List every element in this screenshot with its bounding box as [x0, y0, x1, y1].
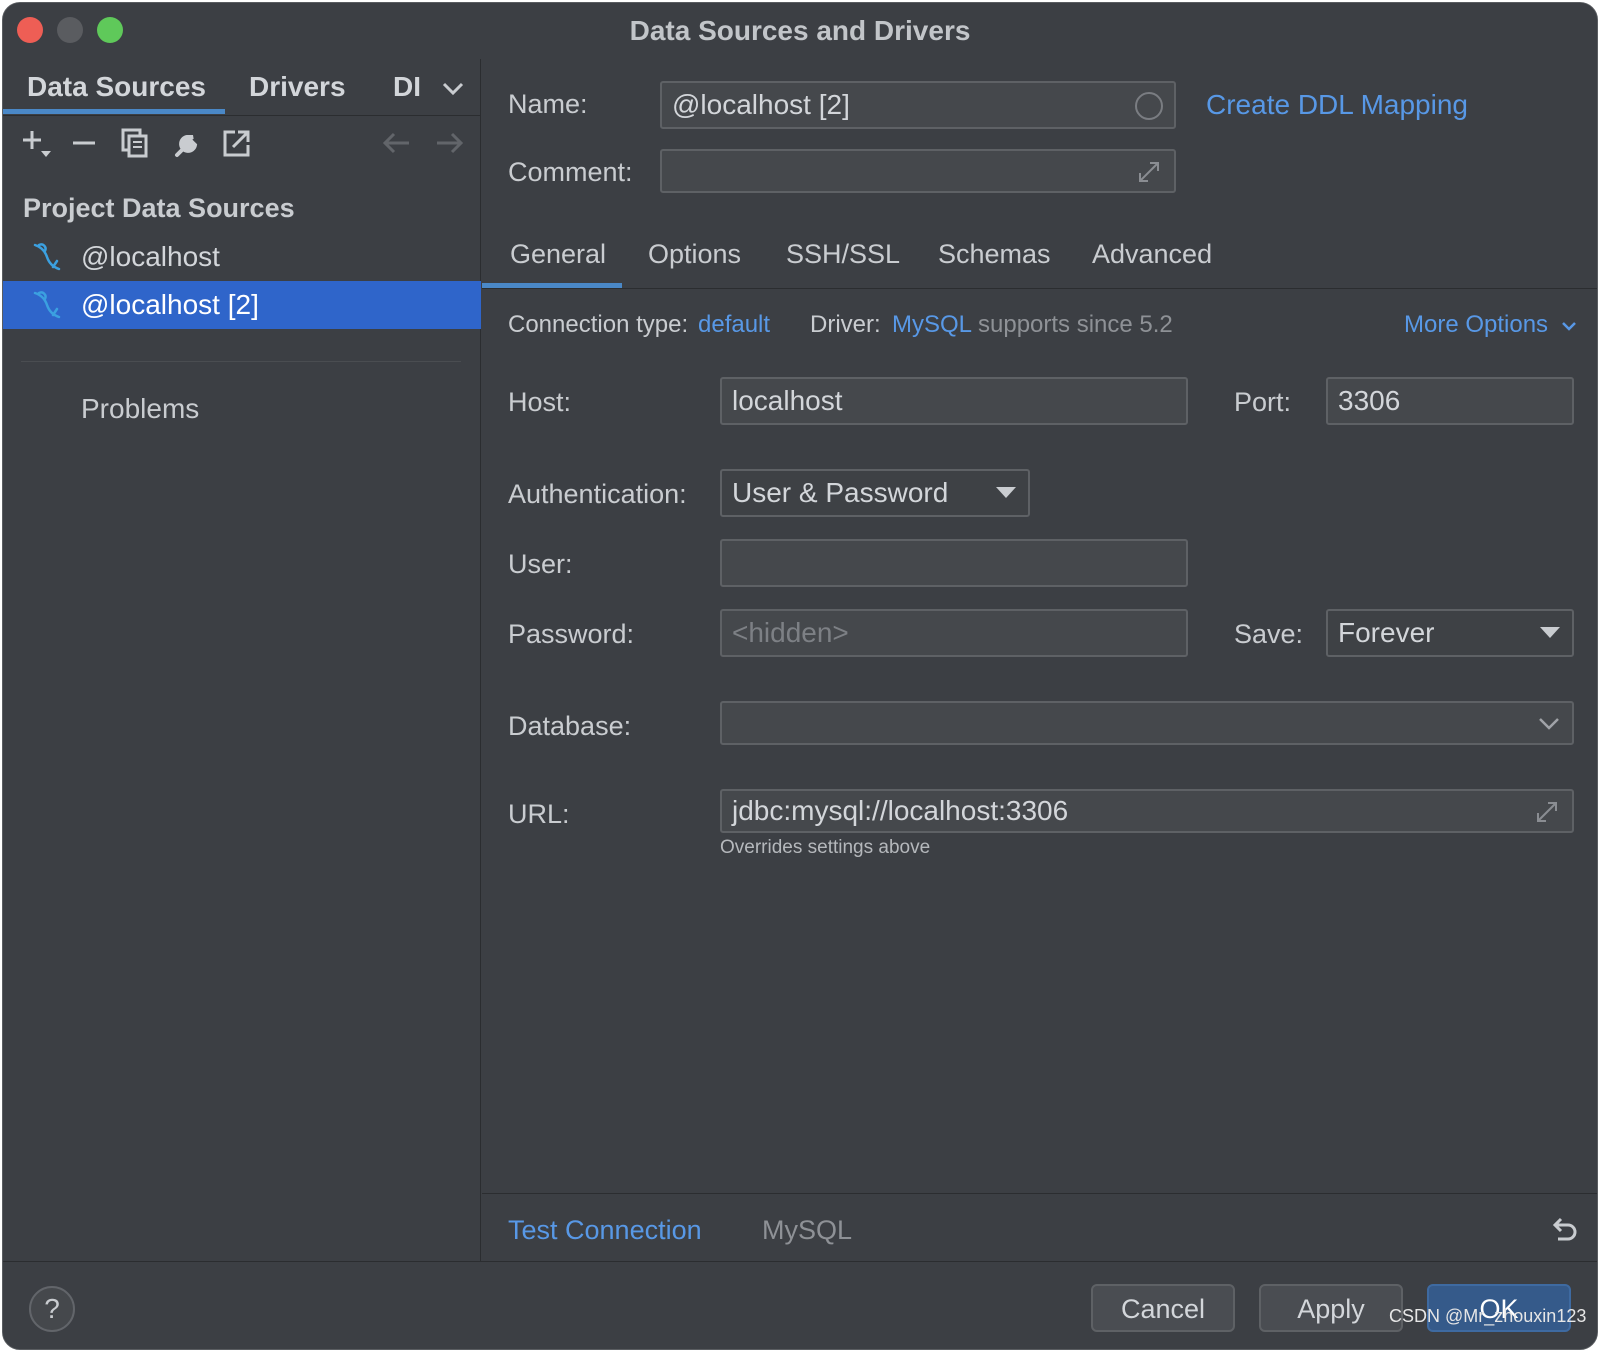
save-select[interactable]: Forever	[1326, 609, 1574, 657]
remove-icon[interactable]	[69, 127, 101, 159]
duplicate-icon[interactable]	[119, 127, 151, 159]
password-field[interactable]: <hidden>	[720, 609, 1188, 657]
cancel-button[interactable]: Cancel	[1091, 1284, 1235, 1332]
driver-label: Driver:	[810, 311, 881, 338]
url-value: jdbc:mysql://localhost:3306	[732, 795, 1069, 826]
tab-options[interactable]: Options	[648, 239, 741, 270]
save-value: Forever	[1338, 617, 1435, 648]
tab-drivers[interactable]: Drivers	[249, 71, 346, 103]
dialog-footer: ? Cancel Apply OK CSDN @Mr_zhouxin123	[3, 1261, 1597, 1349]
left-panel: Data Sources Drivers DI Project Data Sou…	[3, 59, 481, 1261]
mysql-dolphin-icon	[33, 243, 61, 271]
database-combobox[interactable]	[720, 701, 1574, 745]
datasource-label: @localhost	[81, 241, 220, 272]
port-label: Port:	[1234, 387, 1292, 417]
host-value: localhost	[732, 385, 843, 416]
port-value: 3306	[1338, 385, 1401, 416]
datasource-label: @localhost [2]	[81, 289, 259, 320]
active-tab-indicator	[3, 109, 225, 114]
dropdown-arrow-icon	[1540, 627, 1560, 638]
tab-advanced[interactable]: Advanced	[1092, 239, 1212, 270]
tab-separator	[482, 288, 1597, 289]
expand-icon[interactable]	[1534, 799, 1560, 825]
comment-field[interactable]	[660, 149, 1176, 193]
save-label: Save:	[1234, 619, 1304, 649]
apply-button[interactable]: Apply	[1259, 1284, 1403, 1332]
name-field[interactable]: @localhost [2]	[660, 81, 1176, 129]
title-bar: Data Sources and Drivers	[3, 3, 1597, 59]
revert-icon[interactable]	[1548, 1215, 1580, 1247]
port-field[interactable]: 3306	[1326, 377, 1574, 425]
authentication-value: User & Password	[732, 477, 949, 508]
database-label: Database:	[508, 711, 632, 741]
host-field[interactable]: localhost	[720, 377, 1188, 425]
color-circle-icon[interactable]	[1134, 91, 1164, 121]
watermark-text: CSDN @Mr_zhouxin123	[1389, 1306, 1587, 1326]
driver-link[interactable]: MySQL	[892, 311, 972, 339]
driver-note: supports since 5.2	[978, 311, 1173, 338]
mysql-dolphin-icon	[33, 291, 61, 319]
expand-icon[interactable]	[1136, 159, 1162, 185]
test-connection-link[interactable]: Test Connection	[508, 1215, 702, 1246]
driver-footer-label: MySQL	[762, 1215, 853, 1245]
connection-type-link[interactable]: default	[698, 311, 770, 339]
help-button[interactable]: ?	[29, 1286, 75, 1332]
url-field[interactable]: jdbc:mysql://localhost:3306	[720, 789, 1574, 833]
datasource-item-localhost[interactable]: @localhost	[3, 233, 481, 281]
problems-item[interactable]: Problems	[81, 393, 199, 425]
window-title: Data Sources and Drivers	[629, 15, 971, 46]
wrench-icon[interactable]	[171, 127, 203, 159]
authentication-label: Authentication:	[508, 479, 687, 509]
create-ddl-mapping-link[interactable]: Create DDL Mapping	[1206, 89, 1468, 121]
password-label: Password:	[508, 619, 635, 649]
chevron-down-icon[interactable]	[1538, 715, 1560, 731]
data-sources-dialog: Data Sources and Drivers Data Sources Dr…	[2, 2, 1598, 1350]
tab-schemas[interactable]: Schemas	[938, 239, 1051, 270]
tab-general[interactable]: General	[510, 239, 606, 270]
tabs-overflow-chevron-icon[interactable]	[441, 79, 465, 99]
password-placeholder: <hidden>	[732, 617, 849, 648]
tab-separator	[3, 115, 481, 116]
user-label: User:	[508, 549, 573, 579]
more-options-link[interactable]: More Options	[1404, 311, 1577, 339]
name-label: Name:	[508, 89, 588, 119]
connection-type-label: Connection type:	[508, 311, 689, 338]
bottom-separator	[482, 1193, 1597, 1194]
datasource-item-localhost-2[interactable]: @localhost [2]	[3, 281, 481, 329]
url-hint: Overrides settings above	[720, 837, 931, 858]
tab-ddl-mappings[interactable]: DI	[393, 71, 421, 103]
url-label: URL:	[508, 799, 570, 829]
forward-arrow-icon[interactable]	[433, 127, 465, 159]
user-field[interactable]	[720, 539, 1188, 587]
name-value: @localhost [2]	[672, 89, 850, 120]
more-options-label: More Options	[1404, 311, 1549, 338]
back-arrow-icon[interactable]	[381, 127, 413, 159]
right-panel: Name: @localhost [2] Create DDL Mapping …	[482, 59, 1597, 1261]
authentication-select[interactable]: User & Password	[720, 469, 1030, 517]
add-icon[interactable]	[21, 127, 53, 159]
export-icon[interactable]	[221, 127, 253, 159]
comment-label: Comment:	[508, 157, 633, 187]
host-label: Host:	[508, 387, 572, 417]
left-divider	[21, 361, 461, 362]
project-data-sources-heading: Project Data Sources	[23, 193, 295, 223]
dropdown-arrow-icon	[996, 487, 1016, 498]
tab-data-sources[interactable]: Data Sources	[27, 71, 206, 103]
tab-ssh-ssl[interactable]: SSH/SSL	[786, 239, 900, 270]
chevron-down-icon	[1561, 322, 1576, 331]
